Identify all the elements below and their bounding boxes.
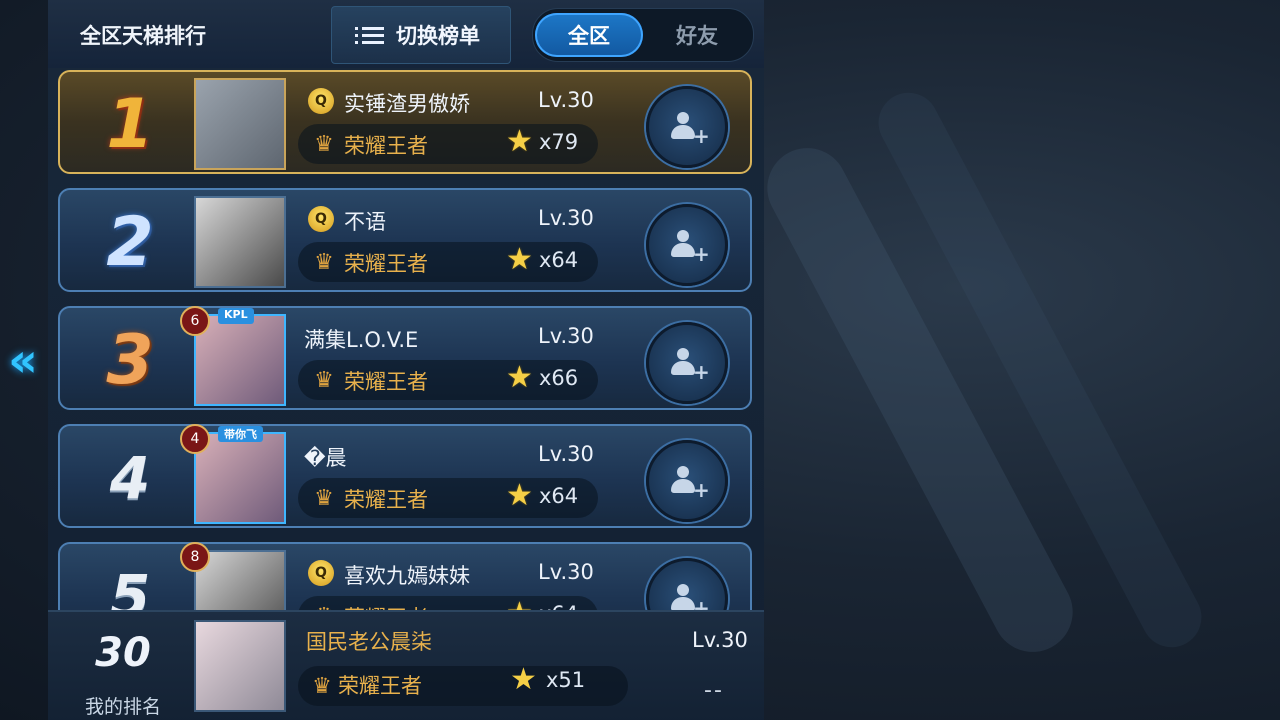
qq-vip-icon: Q <box>308 88 334 114</box>
tab-all-server[interactable]: 全区 <box>535 13 643 57</box>
star-icon: ★ <box>506 478 533 513</box>
king-tier-icon: ♛ <box>314 249 334 275</box>
tier-label: 荣耀王者 <box>344 602 428 610</box>
star-icon: ★ <box>506 242 533 277</box>
my-tier-label: 荣耀王者 <box>338 674 422 698</box>
player-level: Lv.30 <box>538 560 594 584</box>
add-friend-button[interactable]: + <box>646 204 728 286</box>
player-level: Lv.30 <box>538 442 594 466</box>
page-title: 全区天梯排行 <box>80 24 206 48</box>
king-tier-icon: ♛ <box>314 367 334 393</box>
king-tier-icon: ♛ <box>312 673 332 699</box>
avatar-level-badge: 4 <box>180 424 210 454</box>
avatar[interactable] <box>194 78 286 170</box>
add-friend-button[interactable]: + <box>646 558 728 610</box>
tier-label: 荣耀王者 <box>344 134 428 158</box>
avatar-frame-tag: 带你飞 <box>218 426 263 442</box>
star-icon: ★ <box>510 662 537 697</box>
star-icon: ★ <box>506 596 533 610</box>
ranking-row[interactable]: 1 Q 实锤渣男傲娇 Lv.30 ♛ 荣耀王者 ★ x79 + <box>58 70 752 174</box>
my-player-name: 国民老公晨柒 <box>306 630 432 654</box>
add-friend-button[interactable]: + <box>646 440 728 522</box>
my-star-count: x51 <box>546 668 586 692</box>
my-rank-label: 我的排名 <box>84 696 161 718</box>
ranking-row[interactable]: 5 8 Q 喜欢九嫣妹妹 Lv.30 ♛ 荣耀王者 ★ x64 + <box>58 542 752 610</box>
avatar[interactable]: 4 带你飞 <box>180 424 286 524</box>
avatar[interactable] <box>194 196 286 288</box>
ranking-row[interactable]: 3 6 KPL 满集L.O.V.E Lv.30 ♛ 荣耀王者 ★ x66 + <box>58 306 752 410</box>
tab-friends[interactable]: 好友 <box>643 13 751 57</box>
rank-medal-silver: 2 <box>106 202 154 282</box>
tier-label: 荣耀王者 <box>344 370 428 394</box>
switch-board-label: 切换榜单 <box>396 24 480 48</box>
back-arrow-icon[interactable]: « <box>6 330 40 390</box>
add-friend-icon: + <box>669 584 710 610</box>
ranking-row[interactable]: 4 4 带你飞 �晨 Lv.30 ♛ 荣耀王者 ★ x64 + <box>58 424 752 528</box>
star-count: x66 <box>539 366 579 390</box>
my-rank-change: -- <box>704 678 724 703</box>
add-friend-button[interactable]: + <box>646 86 728 168</box>
king-tier-icon: ♛ <box>314 131 334 157</box>
tier-label: 荣耀王者 <box>344 252 428 276</box>
scope-toggle: 全区 好友 <box>532 8 754 62</box>
rank-medal-gold: 1 <box>106 84 154 164</box>
rank-medal-bronze: 3 <box>106 320 154 400</box>
star-icon: ★ <box>506 360 533 395</box>
add-friend-icon: + <box>669 466 710 500</box>
add-friend-icon: + <box>669 348 710 382</box>
switch-board-button[interactable]: 切换榜单 <box>331 6 511 64</box>
ranking-list: 1 Q 实锤渣男傲娇 Lv.30 ♛ 荣耀王者 ★ x79 + 2 Q 不语 L… <box>48 68 764 610</box>
star-count: x64 <box>539 484 579 508</box>
player-name: 不语 <box>344 210 386 234</box>
my-rank-number: 30 <box>95 630 151 676</box>
avatar[interactable]: 6 KPL <box>180 306 286 406</box>
player-name: 满集L.O.V.E <box>304 328 419 352</box>
avatar-level-badge: 6 <box>180 306 210 336</box>
player-level: Lv.30 <box>538 88 594 112</box>
tier-label: 荣耀王者 <box>344 488 428 512</box>
add-friend-icon: + <box>669 112 710 146</box>
player-name: 喜欢九嫣妹妹 <box>344 564 470 588</box>
player-level: Lv.30 <box>538 206 594 230</box>
star-count: x64 <box>539 602 578 610</box>
my-player-level: Lv.30 <box>692 628 748 652</box>
rank-number: 4 <box>109 444 151 512</box>
avatar-frame-tag: KPL <box>218 308 254 324</box>
leaderboard-header: 全区天梯排行 切换榜单 全区 好友 <box>48 0 764 68</box>
player-level: Lv.30 <box>538 324 594 348</box>
leaderboard-panel: 全区天梯排行 切换榜单 全区 好友 1 Q 实锤渣男傲娇 Lv.30 ♛ 荣耀王… <box>48 0 764 720</box>
king-tier-icon: ♛ <box>306 598 342 611</box>
my-rank-bar: 30 我的排名 国民老公晨柒 Lv.30 ♛ 荣耀王者 ★ x51 -- <box>48 610 764 720</box>
player-name: 实锤渣男傲娇 <box>344 92 470 116</box>
star-count: x79 <box>539 130 579 154</box>
qq-vip-icon: Q <box>308 206 334 232</box>
avatar[interactable]: 8 <box>180 542 286 610</box>
ranking-row[interactable]: 2 Q 不语 Lv.30 ♛ 荣耀王者 ★ x64 + <box>58 188 752 292</box>
my-avatar[interactable] <box>194 620 286 712</box>
qq-vip-icon: Q <box>308 560 334 586</box>
list-icon <box>355 26 384 44</box>
king-tier-icon: ♛ <box>314 485 334 511</box>
rank-number: 5 <box>109 562 151 610</box>
add-friend-button[interactable]: + <box>646 322 728 404</box>
add-friend-icon: + <box>669 230 710 264</box>
star-count: x64 <box>539 248 579 272</box>
player-name: �晨 <box>304 446 347 470</box>
star-icon: ★ <box>506 124 533 159</box>
avatar-level-badge: 8 <box>180 542 210 572</box>
